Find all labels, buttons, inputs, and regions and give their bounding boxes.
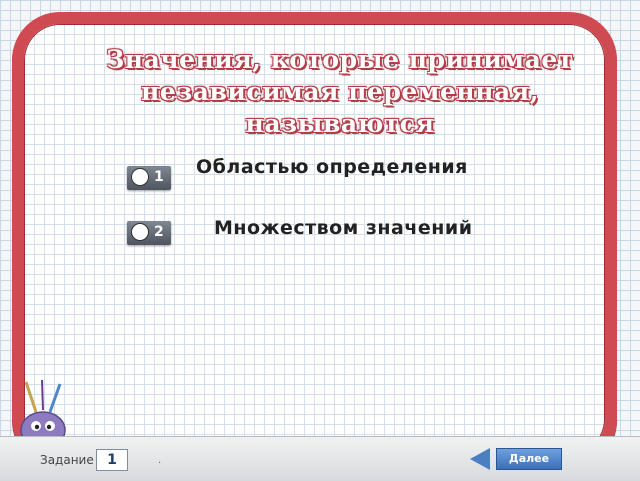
footer-dot: . — [158, 455, 162, 466]
task-number: 1 — [96, 449, 128, 471]
option-2-selector[interactable]: 2 — [127, 221, 171, 245]
option-1-text[interactable]: Областью определения — [196, 156, 468, 178]
back-arrow-icon[interactable] — [470, 448, 490, 470]
question-line-1: Значения, которые принимает — [106, 45, 574, 74]
task-label: Задание — [40, 453, 94, 467]
question-title: Значения, которые принимает независимая … — [60, 44, 620, 140]
radio-circle-icon — [131, 223, 149, 241]
option-1-selector[interactable]: 1 — [127, 166, 171, 190]
option-1-number: 1 — [154, 169, 164, 185]
next-button[interactable]: Далее — [496, 448, 562, 470]
option-2-number: 2 — [154, 224, 164, 240]
option-2-text[interactable]: Множеством значений — [214, 217, 473, 239]
radio-circle-icon — [131, 168, 149, 186]
question-line-2: независимая переменная, называются — [141, 77, 539, 138]
